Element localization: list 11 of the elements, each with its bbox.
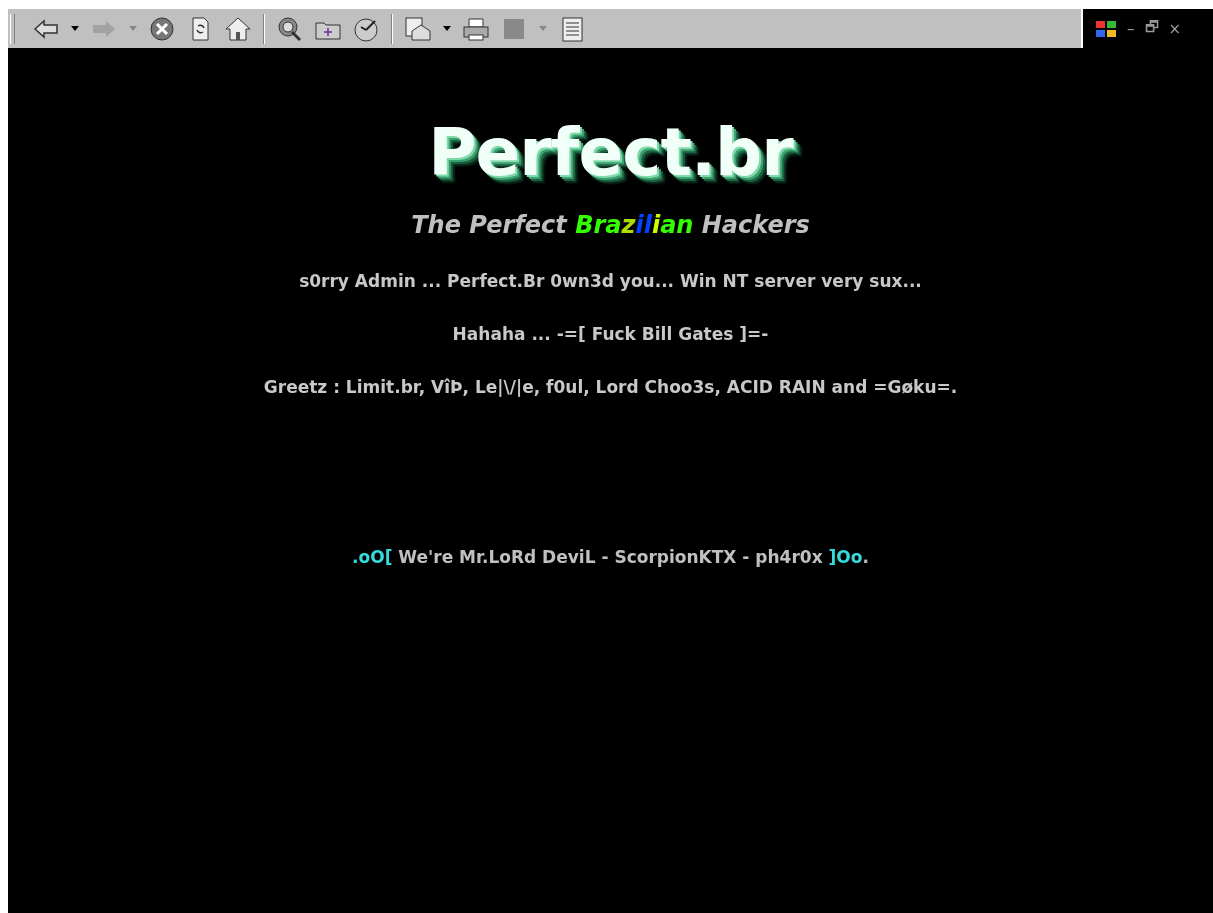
caret-icon[interactable]	[71, 26, 79, 31]
page-subtitle: The Perfect Brazilian Hackers	[411, 211, 810, 239]
minimize-button[interactable]: –	[1125, 19, 1137, 38]
signature-text: .oO[ We're Mr.LoRd DeviL - ScorpionKTX - ph4r0x ]Oo.	[352, 547, 869, 567]
message-text: Hahaha ... -=[ Fuck Bill Gates ]=-	[452, 324, 769, 344]
close-button[interactable]: ×	[1166, 19, 1184, 38]
restore-button[interactable]: 🗗	[1142, 16, 1161, 41]
message-text: Greetz : Limit.br, VîÞ, Le|\/|e, f0ul, Lord Choo3s, ACID RAIN and =Gøku=.	[263, 377, 958, 397]
caret-icon[interactable]	[443, 26, 451, 31]
stop-icon[interactable]	[147, 14, 177, 43]
message-text: s0rry Admin ... Perfect.Br 0wn3d you... Win NT server very sux...	[299, 271, 922, 291]
